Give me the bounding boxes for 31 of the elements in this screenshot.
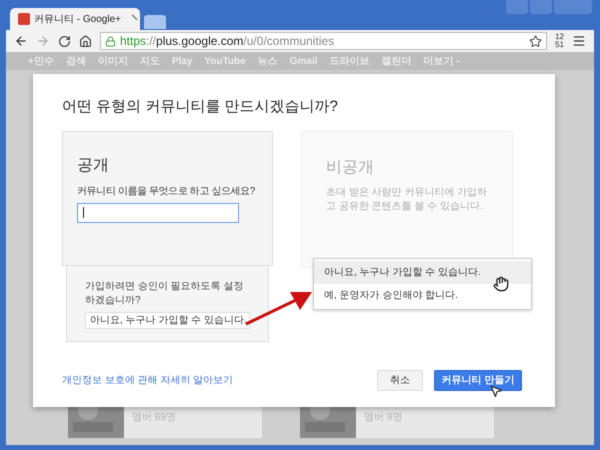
member-count: 멤버 9명 xyxy=(364,411,402,425)
pointer-cursor-icon xyxy=(489,384,503,398)
approval-select[interactable]: 아니요, 누구나 가입할 수 있습니다. xyxy=(85,312,250,328)
option-title: 비공개 xyxy=(326,158,375,178)
cancel-button[interactable]: 취소 xyxy=(377,370,423,390)
menu-icon[interactable] xyxy=(572,34,586,48)
clock-text: 12 51 xyxy=(555,33,564,49)
approval-question: 가입하려면 승인이 필요하도록 설정하겠습니까? xyxy=(85,280,244,308)
back-icon[interactable] xyxy=(14,34,28,48)
private-option-card[interactable]: 비공개 초대 받은 사람만 커뮤니티에 가입하고 공유한 콘텐츠를 볼 수 있습니다. xyxy=(301,130,513,268)
option-description: 초대 받은 사람만 커뮤니티에 가입하고 공유한 콘텐츠를 볼 수 있습니다. xyxy=(326,186,488,214)
reload-icon[interactable] xyxy=(58,34,71,48)
dropdown-item[interactable]: 아니요, 누구나 가입할 수 있습니다. xyxy=(314,261,531,284)
privacy-link[interactable]: 개인정보 보호에 관해 자세히 알아보기 xyxy=(62,372,234,388)
member-count: 멤버 69명 xyxy=(132,411,176,425)
home-icon[interactable] xyxy=(79,34,92,48)
name-input-field[interactable] xyxy=(77,202,239,222)
dropdown-item[interactable]: 예, 운영자가 승인해야 합니다. xyxy=(314,284,531,307)
field-label: 커뮤니티 이름을 무엇으로 하고 싶으세요? xyxy=(77,184,255,198)
public-option-card[interactable]: 공개 커뮤니티 이름을 무엇으로 하고 싶으세요? xyxy=(62,130,273,266)
browser-tab[interactable]: 커뮤니티 - Google+ xyxy=(10,8,140,30)
url-text: https://plus.google.com/u/0/communities xyxy=(120,33,334,50)
google-plus-icon xyxy=(18,13,30,25)
create-community-button[interactable]: 커뮤니티 만들기 xyxy=(434,370,522,390)
star-icon[interactable] xyxy=(529,34,542,48)
address-bar[interactable]: https://plus.google.com/u/0/communities xyxy=(100,32,548,50)
option-title: 공개 xyxy=(77,156,110,176)
tab-title: 커뮤니티 - Google+ xyxy=(34,12,121,26)
hand-cursor-icon xyxy=(493,276,509,292)
dialog-title: 어떤 유형의 커뮤니티를 만드시겠습니까? xyxy=(62,97,339,117)
lock-icon xyxy=(105,36,116,46)
